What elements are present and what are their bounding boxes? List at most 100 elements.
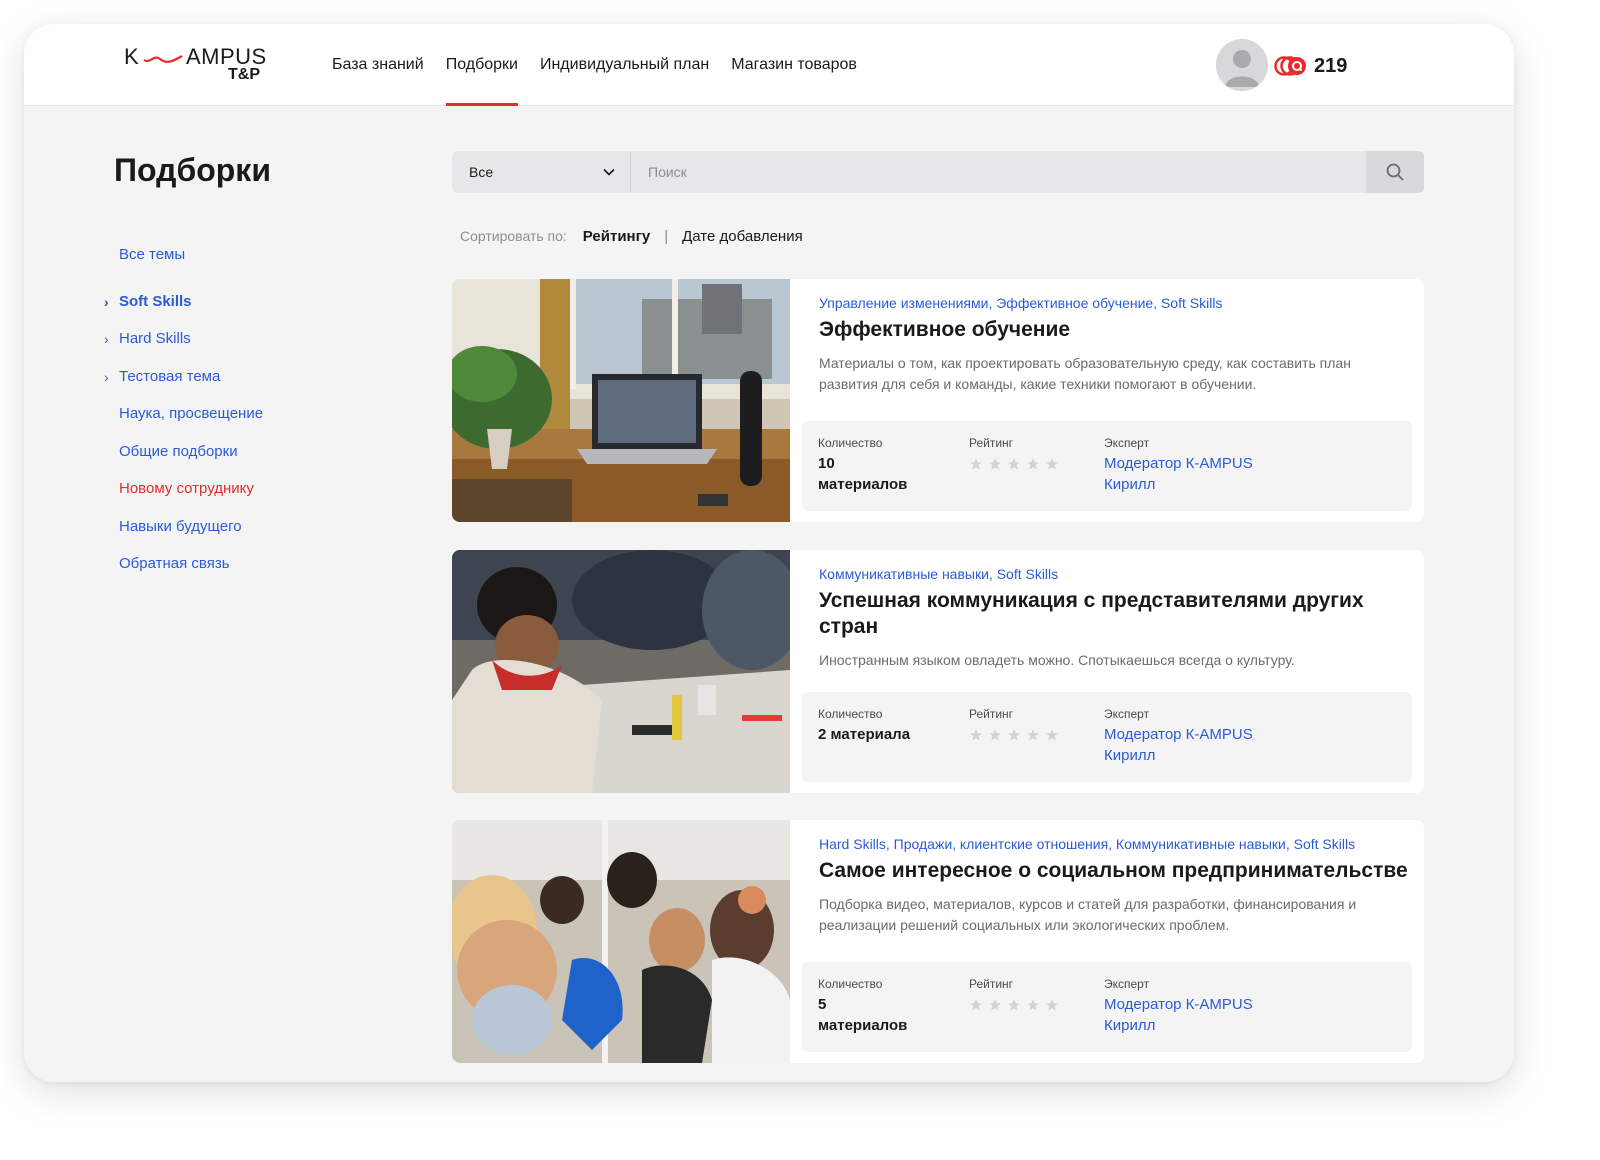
meta-rating: Рейтинг [969,706,1059,742]
card-body: Hard Skills, Продажи, клиентские отношен… [819,834,1409,936]
sidebar-item-label: Тестовая тема [119,367,221,385]
sidebar-item-test-topic[interactable]: › Тестовая тема [104,366,344,404]
meta-rating-label: Рейтинг [969,436,1014,450]
card-title[interactable]: Самое интересное о социальном предприним… [819,858,1409,884]
nav-shop[interactable]: Магазин товаров [731,24,857,106]
category-select[interactable]: Все [452,151,631,193]
expert-name-line1: Модератор К-AMPUS [1104,726,1253,743]
expert-name-line1: Модератор К-AMPUS [1104,996,1253,1013]
logo[interactable]: K AMPUS T&P [124,44,274,88]
star-icon [1027,999,1039,1011]
sidebar-item-future-skills[interactable]: Навыки будущего [104,516,344,554]
meta-count: Количество 10 материалов [818,435,928,495]
meta-count-label: Количество [818,977,883,991]
sidebar-item-general[interactable]: Общие подборки [104,441,344,479]
meta-rating-label: Рейтинг [969,977,1014,991]
star-icon [1008,458,1020,470]
expert-name-line2: Кирилл [1104,476,1156,493]
expert-name-line1: Модератор К-AMPUS [1104,455,1253,472]
expert-name-line2: Кирилл [1104,747,1156,764]
sidebar-item-label: Новому сотруднику [119,480,254,497]
card-description: Иностранным языком овладеть можно. Споты… [819,652,1295,668]
sort-bar: Сортировать по: Рейтингу | Дате добавлен… [460,224,803,248]
meta-rating: Рейтинг [969,976,1059,1012]
meta-expert: Эксперт Модератор К-AMPUS Кирилл [1104,976,1304,1036]
search-icon [1386,163,1404,181]
rating-stars [969,728,1059,742]
card-meta: Количество 5 материалов Рейтинг Эксперт … [802,962,1412,1052]
card-title[interactable]: Успешная коммуникация с представителями … [819,588,1409,640]
rating-stars [969,457,1059,471]
meta-count-label: Количество [818,436,883,450]
sidebar-item-label: Все темы [119,246,186,263]
logo-text-k: K [124,44,140,69]
rating-stars [969,998,1059,1012]
search-bar: Все [452,151,1424,193]
chevron-right-icon: › [104,368,109,385]
star-icon [1027,729,1039,741]
star-icon [970,729,982,741]
nav-individual-plan[interactable]: Индивидуальный план [540,24,709,106]
expert-name-line2: Кирилл [1104,1017,1156,1034]
meta-expert-label: Эксперт [1104,436,1150,450]
star-icon [1027,458,1039,470]
sidebar-item-feedback[interactable]: Обратная связь [104,553,344,591]
expert-link[interactable]: Модератор К-AMPUS Кирилл [1104,994,1304,1036]
sort-by-rating[interactable]: Рейтингу [583,228,650,245]
star-icon [989,999,1001,1011]
collection-card[interactable]: Коммуникативные навыки, Soft Skills Успе… [452,550,1424,793]
star-icon [970,999,982,1011]
sidebar-item-label: Общие подборки [119,442,238,460]
sidebar-item-science[interactable]: Наука, просвещение [104,403,344,441]
coin-count: 219 [1314,54,1348,77]
card-meta: Количество 2 материала Рейтинг Эксперт М… [802,692,1412,782]
sidebar-item-all-topics[interactable]: Все темы [104,244,344,282]
sidebar-item-hard-skills[interactable]: › Hard Skills [104,328,344,366]
sort-separator: | [664,227,669,245]
star-icon [1046,458,1058,470]
star-icon [989,458,1001,470]
sidebar-item-label: Hard Skills [119,330,191,347]
nav-knowledge-base[interactable]: База знаний [332,24,424,106]
chevron-down-icon [603,168,615,176]
card-body: Коммуникативные навыки, Soft Skills Успе… [819,564,1409,671]
coin-balance[interactable]: 219 [1274,52,1347,80]
search-input[interactable] [632,151,1366,193]
avatar[interactable] [1216,39,1268,91]
card-meta: Количество 10 материалов Рейтинг Эксперт… [802,421,1412,511]
card-image [452,820,790,1063]
meta-count-value: 10 материалов [818,455,908,493]
search-button[interactable] [1366,151,1424,193]
meta-count: Количество 5 материалов [818,976,908,1036]
sort-by-date[interactable]: Дате добавления [682,228,803,245]
expert-link[interactable]: Модератор К-AMPUS Кирилл [1104,453,1304,495]
sidebar-item-label: Soft Skills [119,292,192,310]
star-icon [970,458,982,470]
card-tags[interactable]: Hard Skills, Продажи, клиентские отношен… [819,834,1409,854]
expert-link[interactable]: Модератор К-AMPUS Кирилл [1104,724,1304,766]
page-title: Подборки [114,152,271,188]
meta-rating-label: Рейтинг [969,707,1014,721]
sidebar-item-new-employee[interactable]: Новому сотруднику [104,478,344,516]
sidebar-item-label: Наука, просвещение [119,405,264,422]
meta-expert-label: Эксперт [1104,977,1150,991]
collection-card[interactable]: Hard Skills, Продажи, клиентские отношен… [452,820,1424,1063]
user-silhouette-icon [1216,39,1268,91]
card-tags[interactable]: Коммуникативные навыки, Soft Skills [819,564,1409,584]
chevron-right-icon: › [104,331,109,347]
nav-collections[interactable]: Подборки [445,24,519,106]
top-header: K AMPUS T&P База знаний Подборки Индивид… [24,24,1514,106]
star-icon [1046,999,1058,1011]
card-description: Подборка видео, материалов, курсов и ста… [819,896,1357,933]
meta-rating: Рейтинг [969,435,1059,471]
sidebar-item-soft-skills[interactable]: › Soft Skills [104,291,344,329]
meta-count-value: 5 материалов [818,996,908,1034]
card-body: Управление изменениями, Эффективное обуч… [819,293,1409,395]
card-title[interactable]: Эффективное обучение [819,317,1409,343]
main-nav: База знаний Подборки Индивидуальный план… [332,24,857,106]
logo-text-tp: T&P [228,66,260,83]
card-tags[interactable]: Управление изменениями, Эффективное обуч… [819,293,1409,313]
logo-swoosh-icon [143,55,183,63]
coin-icon [1274,56,1306,76]
collection-card[interactable]: Управление изменениями, Эффективное обуч… [452,279,1424,522]
